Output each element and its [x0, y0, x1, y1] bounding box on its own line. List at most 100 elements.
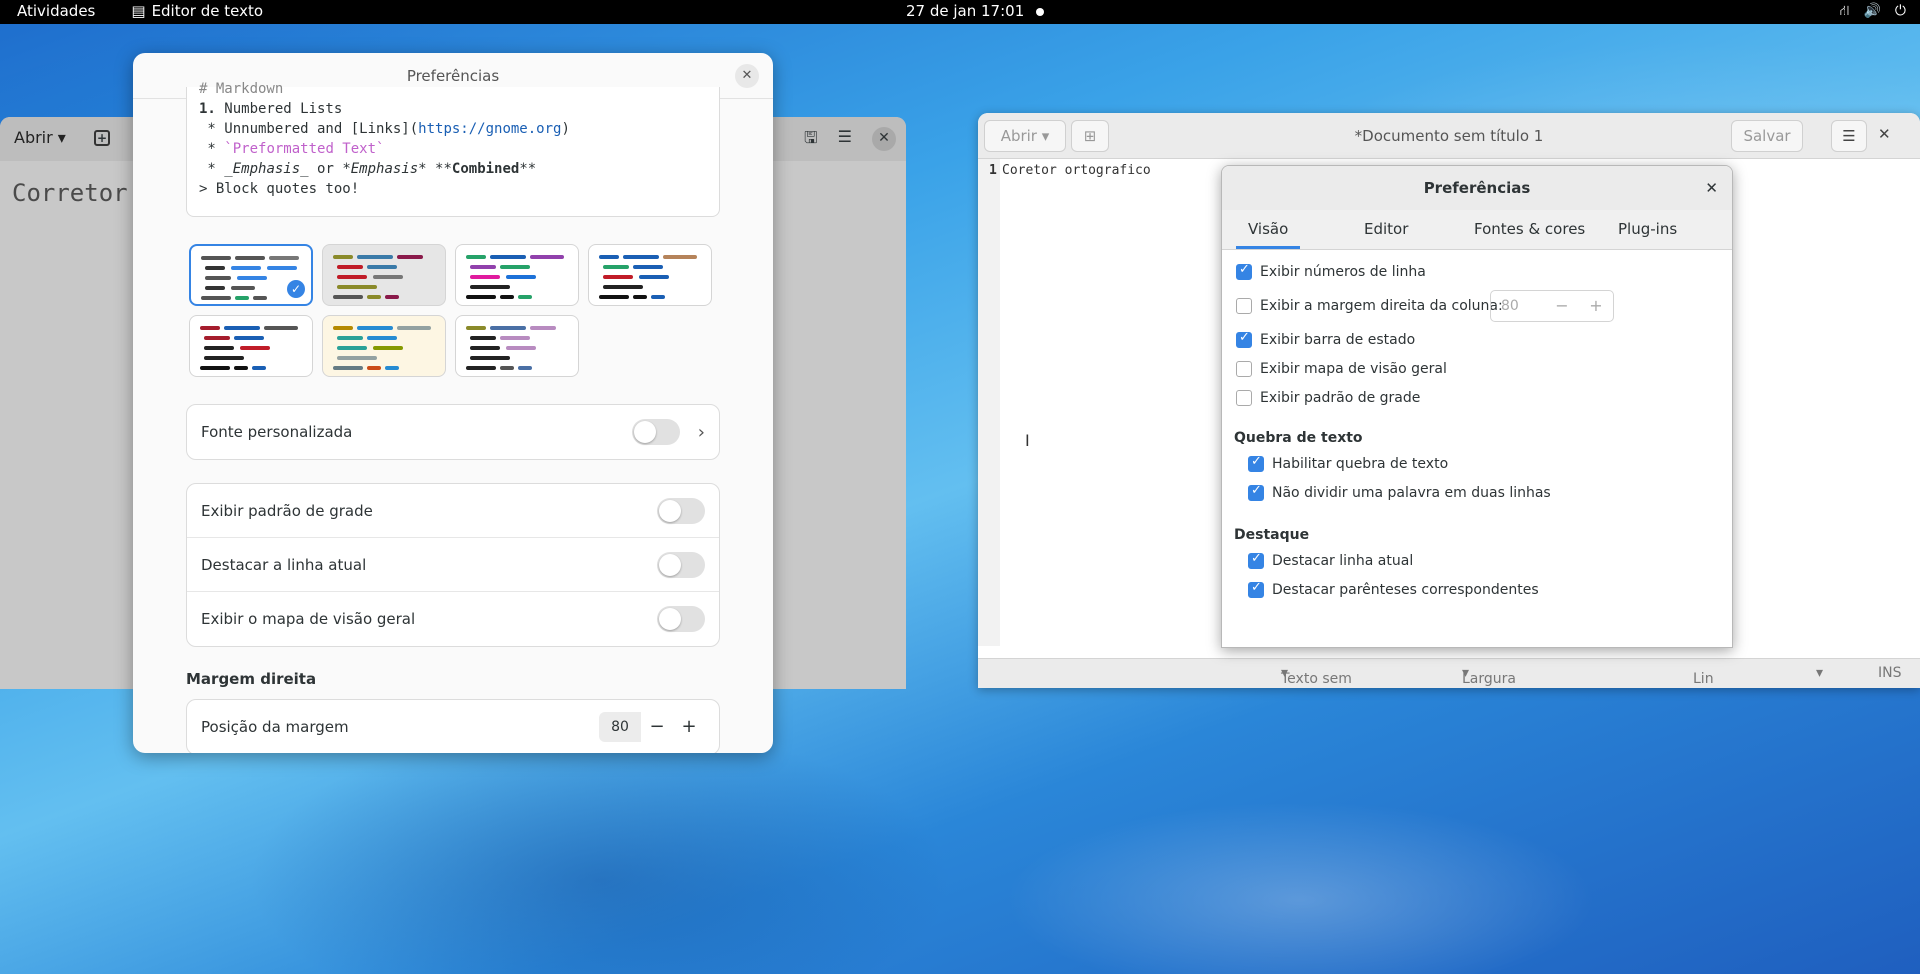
- option-highlight-brackets[interactable]: Destacar parênteses correspondentes: [1248, 580, 1539, 598]
- open-button[interactable]: Abrir ▾: [14, 128, 66, 147]
- preview-line: * _Emphasis_ or *Emphasis* **Combined**: [199, 161, 537, 177]
- checkbox[interactable]: [1236, 298, 1252, 314]
- custom-font-card: Fonte personalizada ›: [186, 404, 720, 460]
- highlight-line-switch[interactable]: [657, 551, 705, 578]
- status-bar: Texto sem formatação ▾ Largura da tabula…: [978, 658, 1920, 688]
- checkbox[interactable]: [1248, 580, 1264, 598]
- close-icon[interactable]: ✕: [872, 127, 896, 151]
- scheme-thumbnail[interactable]: [455, 244, 579, 306]
- open-button[interactable]: Abrir ▾: [984, 120, 1066, 152]
- menu-button[interactable]: ☰: [1831, 120, 1867, 152]
- gedit-preferences-dialog: Preferências ✕ Visão Editor Fontes & cor…: [1221, 165, 1733, 648]
- custom-font-label: Fonte personalizada: [201, 423, 353, 441]
- checkbox[interactable]: [1236, 361, 1252, 377]
- preview-line: > Block quotes too!: [199, 181, 360, 197]
- header-bar: Abrir ▾ ⊞ *Documento sem título 1 Salvar…: [978, 113, 1920, 159]
- option-wrap-text[interactable]: Habilitar quebra de texto: [1248, 454, 1448, 472]
- overview-map-label: Exibir o mapa de visão geral: [201, 610, 416, 628]
- dialog-title: Preferências: [1423, 179, 1531, 197]
- scheme-thumbnail[interactable]: [322, 315, 446, 377]
- document-text[interactable]: Corretor: [12, 179, 128, 207]
- overview-map-row[interactable]: Exibir o mapa de visão geral: [187, 592, 719, 646]
- insert-mode[interactable]: INS: [1878, 665, 1902, 681]
- system-tray[interactable]: ⛙ 🔊 ⏻: [1840, 3, 1906, 21]
- checkbox[interactable]: [1248, 483, 1264, 501]
- tab-fonts-colors[interactable]: Fontes & cores: [1474, 220, 1585, 238]
- margin-position-spinner[interactable]: 80 − +: [599, 712, 705, 742]
- notification-dot: [1036, 8, 1044, 16]
- dialog-title-bar: Preferências ✕: [1222, 166, 1732, 210]
- tab-plugins[interactable]: Plug-ins: [1618, 220, 1677, 238]
- grid-pattern-switch[interactable]: [657, 497, 705, 524]
- app-menu[interactable]: ▤ Editor de texto: [131, 2, 263, 20]
- margin-position-label: Posição da margem: [201, 718, 349, 736]
- increment-button[interactable]: +: [1579, 291, 1613, 321]
- margin-value[interactable]: 80: [1491, 291, 1545, 321]
- tab-editor[interactable]: Editor: [1364, 220, 1408, 238]
- checkbox[interactable]: [1248, 454, 1264, 472]
- line-number-gutter: [978, 159, 1000, 646]
- preview-line: * Unnumbered and [Links](https://gnome.o…: [199, 121, 570, 137]
- option-right-margin[interactable]: Exibir a margem direita da coluna:: [1236, 298, 1503, 314]
- close-icon[interactable]: ✕: [735, 64, 759, 88]
- increment-button[interactable]: +: [673, 712, 705, 742]
- option-line-numbers[interactable]: Exibir números de linha: [1236, 262, 1426, 280]
- highlight-line-row[interactable]: Destacar a linha atual: [187, 538, 719, 592]
- chevron-right-icon: ›: [697, 421, 705, 443]
- selected-check-icon: ✓: [287, 280, 305, 298]
- checkbox[interactable]: [1236, 262, 1252, 280]
- option-grid-pattern[interactable]: Exibir padrão de grade: [1236, 390, 1420, 406]
- display-options-card: Exibir padrão de grade Destacar a linha …: [186, 483, 720, 647]
- option-status-bar[interactable]: Exibir barra de estado: [1236, 330, 1415, 348]
- overview-map-switch[interactable]: [657, 606, 705, 632]
- checkbox[interactable]: [1236, 390, 1252, 406]
- scheme-thumbnail[interactable]: [322, 244, 446, 306]
- save-button[interactable]: Salvar: [1731, 120, 1803, 152]
- notepad-icon: ▤: [131, 2, 146, 20]
- tab-visao[interactable]: Visão: [1236, 220, 1301, 249]
- custom-font-row[interactable]: Fonte personalizada ›: [187, 405, 719, 459]
- option-highlight-line[interactable]: Destacar linha atual: [1248, 551, 1413, 569]
- document-text[interactable]: Coretor ortografico: [1002, 163, 1151, 178]
- preferences-dialog: Preferências ✕ # Markdown 1. Numbered Li…: [133, 53, 773, 753]
- save-icon[interactable]: 🖫: [804, 127, 818, 154]
- activities-button[interactable]: Atividades: [17, 2, 95, 20]
- new-tab-button[interactable]: ⊞: [1071, 120, 1109, 152]
- scheme-thumbnail[interactable]: ✓: [189, 244, 313, 306]
- tab-width-selector[interactable]: Largura da tabulação: 8 ▾: [1462, 665, 1516, 688]
- position-dropdown-icon[interactable]: ▾: [1816, 665, 1823, 681]
- custom-font-switch[interactable]: [631, 419, 680, 445]
- option-overview-map[interactable]: Exibir mapa de visão geral: [1236, 361, 1447, 377]
- preview-line: 1. Numbered Lists: [199, 101, 343, 117]
- tab-bar: Visão Editor Fontes & cores Plug-ins: [1222, 210, 1732, 250]
- preview-line: * `Preformatted Text`: [199, 141, 385, 157]
- scheme-thumbnail[interactable]: [189, 315, 313, 377]
- margin-value[interactable]: 80: [599, 712, 641, 742]
- volume-icon: 🔊: [1863, 3, 1881, 19]
- new-tab-icon[interactable]: +: [94, 130, 110, 146]
- style-preview: # Markdown 1. Numbered Lists * Unnumbere…: [186, 81, 720, 217]
- line-number: 1: [989, 163, 997, 178]
- grid-pattern-row[interactable]: Exibir padrão de grade: [187, 484, 719, 538]
- menu-icon[interactable]: ☰: [838, 127, 852, 154]
- close-icon[interactable]: ✕: [1705, 166, 1718, 210]
- checkbox[interactable]: [1236, 330, 1252, 348]
- margin-spinner[interactable]: 80 − +: [1490, 290, 1614, 322]
- close-icon[interactable]: ✕: [1878, 125, 1891, 143]
- option-no-split-words[interactable]: Não dividir uma palavra em duas linhas: [1248, 483, 1551, 501]
- checkbox[interactable]: [1248, 551, 1264, 569]
- highlight-line-label: Destacar a linha atual: [201, 555, 367, 574]
- power-icon: ⏻: [1894, 3, 1906, 19]
- margin-position-row: Posição da margem 80 − +: [187, 700, 719, 753]
- highlight-section-heading: Destaque: [1234, 527, 1310, 543]
- decrement-button[interactable]: −: [1545, 291, 1579, 321]
- scheme-thumbnail[interactable]: [588, 244, 712, 306]
- text-cursor-icon: I: [1025, 431, 1030, 450]
- clock[interactable]: 27 de jan 17:01: [906, 2, 1024, 20]
- new-tab-icon: ⊞: [1083, 127, 1097, 145]
- scheme-thumbnail[interactable]: [455, 315, 579, 377]
- right-margin-heading: Margem direita: [186, 670, 317, 688]
- syntax-selector[interactable]: Texto sem formatação ▾: [1281, 665, 1361, 688]
- decrement-button[interactable]: −: [641, 712, 673, 742]
- top-bar: Atividades ▤ Editor de texto 27 de jan 1…: [0, 0, 1920, 24]
